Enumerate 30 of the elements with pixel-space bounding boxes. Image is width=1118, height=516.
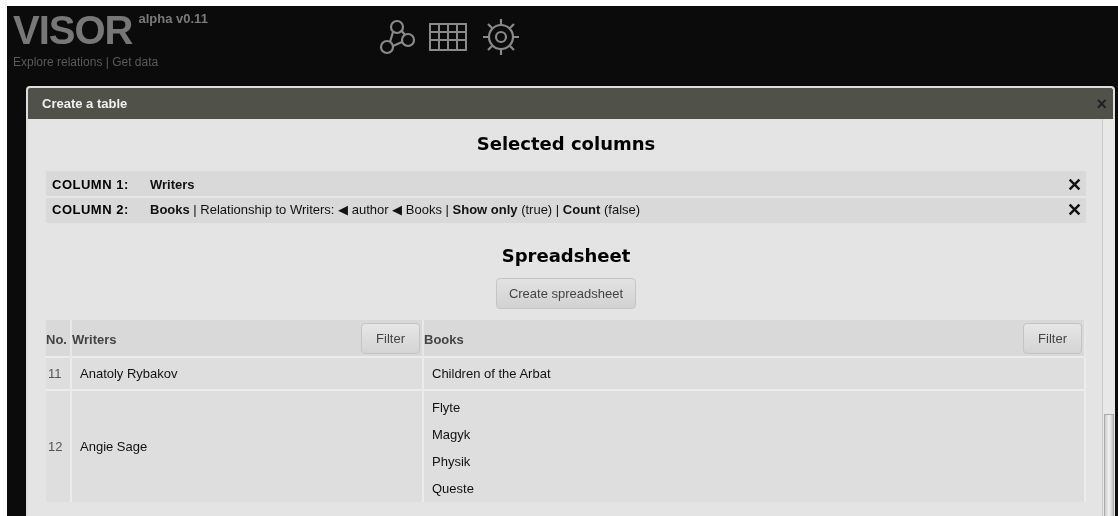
filter-button[interactable]: Filter	[361, 322, 420, 354]
logo: VISOR	[13, 10, 133, 50]
column-label: COLUMN 2:	[52, 202, 130, 217]
book-title: Magyk	[432, 426, 472, 444]
writer-cell: Anatoly Rybakov	[71, 357, 423, 390]
column-title: No.	[46, 331, 67, 347]
remove-button[interactable]: ✕	[1063, 200, 1086, 219]
scrollbar[interactable]	[1102, 119, 1115, 516]
section-heading: Selected columns	[475, 133, 657, 154]
book-title: Children of the Arbat	[432, 365, 552, 383]
column-title: Writers	[72, 331, 117, 347]
row-number: 11	[46, 357, 71, 390]
column-label: COLUMN 1:	[52, 177, 130, 192]
create-spreadsheet-button[interactable]: Create spreadsheet	[495, 278, 637, 309]
row-number: 12	[46, 390, 71, 502]
version-label: alpha v0.11	[138, 11, 208, 26]
book-title: Physik	[432, 453, 472, 471]
section-heading: Spreadsheet	[500, 245, 632, 266]
graph-icon[interactable]	[377, 18, 416, 56]
filter-button[interactable]: Filter	[1023, 322, 1082, 354]
book-title: Flyte	[432, 399, 462, 417]
book-title: Queste	[432, 480, 475, 498]
column-description: Books | Relationship to Writers: ◀ author ◀ Books | Show only (true) | Count (false)	[150, 202, 642, 217]
subtitle: Explore relations | Get data	[13, 55, 160, 69]
dialog-title: Create a table	[42, 96, 128, 111]
column-title: Books	[424, 331, 464, 347]
writer-cell: Angie Sage	[71, 390, 423, 502]
remove-button[interactable]: ✕	[1063, 175, 1086, 194]
column-description: Writers	[150, 177, 196, 192]
table-icon[interactable]	[427, 20, 468, 54]
